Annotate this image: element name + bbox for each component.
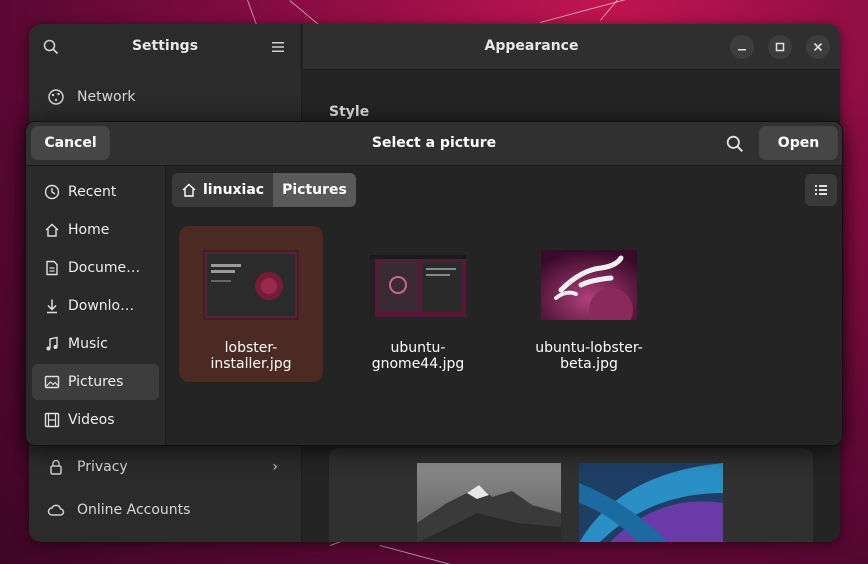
- home-icon: [44, 222, 60, 238]
- file-item-lobster-installer[interactable]: lobster- installer.jpg: [179, 226, 323, 382]
- place-label: Home: [68, 222, 110, 238]
- maximize-button[interactable]: [768, 35, 792, 59]
- close-button[interactable]: [806, 35, 830, 59]
- places-sidebar: Recent Home Documents Downloads Music Pi…: [26, 166, 166, 445]
- chevron-right-icon: ›: [272, 459, 278, 475]
- search-icon[interactable]: [726, 135, 744, 153]
- wallpaper-panel: [329, 448, 813, 542]
- place-label: Downloads: [68, 298, 142, 314]
- dialog-header: Cancel Select a picture Open: [26, 122, 842, 166]
- place-label: Recent: [68, 184, 117, 200]
- minimize-icon: [738, 49, 746, 51]
- settings-sidebar-title: Settings: [131, 38, 199, 54]
- settings-item-online-accounts[interactable]: Online Accounts: [29, 490, 302, 530]
- settings-item-label: Network: [77, 89, 136, 105]
- place-label: Videos: [68, 412, 115, 428]
- settings-item-label: Online Accounts: [77, 502, 191, 518]
- list-view-icon: [815, 185, 827, 195]
- settings-item-label: Privacy: [77, 459, 128, 475]
- background-line: [247, 0, 258, 27]
- breadcrumb-home-label: linuxiac: [203, 182, 265, 198]
- place-label: Pictures: [68, 374, 124, 390]
- file-item-ubuntu-lobster-beta[interactable]: ubuntu-lobster- beta.jpg: [517, 226, 661, 382]
- place-downloads[interactable]: Downloads: [32, 288, 159, 324]
- background-line: [379, 545, 458, 564]
- settings-header: Appearance: [303, 24, 840, 70]
- breadcrumb: linuxiac Pictures: [172, 173, 356, 207]
- home-icon: [181, 182, 197, 198]
- open-button[interactable]: Open: [759, 126, 838, 160]
- place-home[interactable]: Home: [32, 212, 159, 248]
- document-icon: [44, 260, 60, 276]
- breadcrumb-current[interactable]: Pictures: [273, 173, 356, 207]
- file-thumbnail: [370, 255, 466, 317]
- hamburger-menu-icon[interactable]: [271, 40, 285, 54]
- breadcrumb-home[interactable]: linuxiac: [172, 173, 274, 207]
- style-section-label: Style: [329, 104, 370, 120]
- minimize-button[interactable]: [730, 35, 754, 59]
- music-icon: [44, 336, 60, 352]
- file-chooser-dialog: Cancel Select a picture Open Recent Home…: [25, 121, 843, 446]
- cloud-icon: [47, 501, 65, 519]
- file-name: lobster- installer.jpg: [210, 340, 292, 372]
- picture-icon: [44, 374, 60, 390]
- place-label: Music: [68, 336, 108, 352]
- file-item-ubuntu-gnome44[interactable]: ubuntu- gnome44.jpg: [346, 226, 490, 382]
- window-title: Appearance: [484, 38, 579, 54]
- download-icon: [44, 298, 60, 314]
- network-icon: [47, 88, 65, 106]
- dialog-title: Select a picture: [371, 135, 497, 151]
- lock-icon: [47, 458, 65, 476]
- clock-icon: [44, 184, 60, 200]
- place-recent[interactable]: Recent: [32, 174, 159, 210]
- place-music[interactable]: Music: [32, 326, 159, 362]
- settings-item-network[interactable]: Network: [29, 77, 302, 117]
- list-view-button[interactable]: [805, 174, 837, 206]
- background-line: [289, 0, 321, 27]
- wallpaper-thumbnail-mountain[interactable]: [417, 463, 561, 542]
- settings-item-privacy[interactable]: Privacy ›: [29, 447, 302, 487]
- close-icon: [813, 42, 823, 52]
- wallpaper-thumbnail-leaves[interactable]: [579, 463, 723, 542]
- place-label: Documents: [68, 260, 142, 276]
- place-videos[interactable]: Videos: [32, 402, 159, 438]
- maximize-icon: [775, 42, 785, 52]
- place-pictures[interactable]: Pictures: [32, 364, 159, 400]
- film-icon: [44, 412, 60, 428]
- file-thumbnail: [541, 250, 637, 320]
- file-thumbnail: [203, 250, 299, 320]
- place-documents[interactable]: Documents: [32, 250, 159, 286]
- file-name: ubuntu- gnome44.jpg: [371, 340, 465, 372]
- settings-sidebar-header: Settings: [29, 24, 301, 70]
- file-name: ubuntu-lobster- beta.jpg: [535, 340, 643, 372]
